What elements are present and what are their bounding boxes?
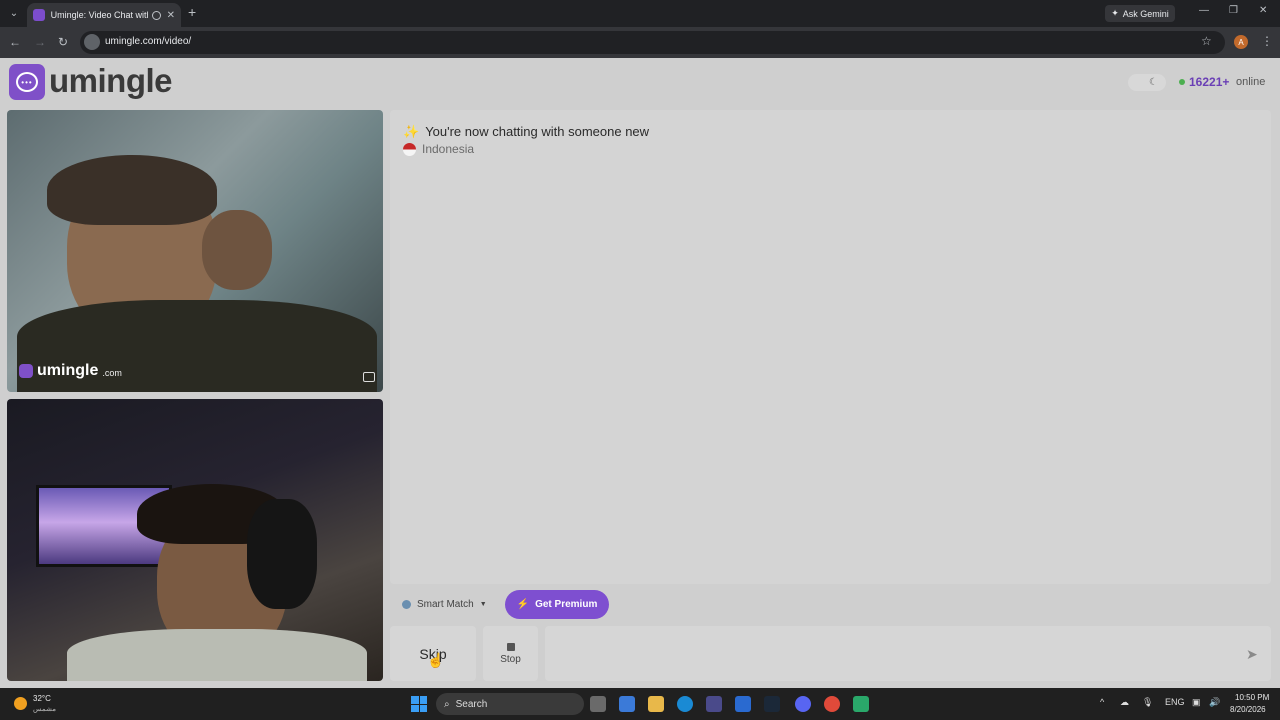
windows-taskbar: 32°C مشمس ⌕ Search ^ ☁ 🎙 ENG ▣ 🔊 10:50 P… xyxy=(0,688,1280,720)
weather-temperature: 32°C xyxy=(33,694,51,703)
get-premium-button[interactable]: ⚡ Get Premium xyxy=(505,590,609,619)
stop-square-icon xyxy=(506,642,515,651)
page-content: ••• umingle ☾ 16221+ online umingle .com… xyxy=(0,58,1280,688)
gemini-sparkle-icon: ✦ xyxy=(1111,8,1119,18)
get-premium-label: Get Premium xyxy=(535,599,598,610)
online-status-dot xyxy=(1179,79,1185,85)
watermark-name: umingle xyxy=(37,362,99,379)
moon-icon: ☾ xyxy=(1149,77,1158,88)
restore-button[interactable]: ❐ xyxy=(1229,5,1238,16)
indonesia-flag-icon xyxy=(403,142,416,156)
sparkle-icon: ✨ xyxy=(403,124,420,139)
taskbar-search[interactable]: ⌕ Search xyxy=(436,693,584,715)
discord-icon[interactable] xyxy=(795,696,811,712)
forward-arrow-icon[interactable]: → xyxy=(34,35,46,49)
taskbar-search-label: Search xyxy=(455,698,488,710)
stop-label: Stop xyxy=(500,653,521,665)
reload-icon[interactable]: ↻ xyxy=(58,35,68,49)
online-count: 16221+ xyxy=(1189,75,1230,89)
windows-start-icon[interactable] xyxy=(411,696,427,712)
stranger-country: Indonesia xyxy=(403,142,474,156)
clock-date[interactable]: 8/20/2026 xyxy=(1230,705,1266,714)
smart-match-dropdown[interactable]: Smart Match ▼ xyxy=(402,599,487,610)
clock-time[interactable]: 10:50 PM xyxy=(1235,693,1269,702)
report-flag-icon[interactable] xyxy=(363,372,375,382)
wifi-icon[interactable]: ▣ xyxy=(1192,697,1201,708)
chat-panel: ✨ You're now chatting with someone new In… xyxy=(390,110,1271,584)
volume-icon[interactable]: 🔊 xyxy=(1209,697,1220,708)
tab-close-button[interactable]: ✕ xyxy=(167,10,175,21)
umingle-watermark-icon xyxy=(19,364,33,378)
site-logo-text[interactable]: umingle xyxy=(49,62,173,100)
watermark-domain: .com xyxy=(102,368,122,378)
mouse-pointer-icon: ☝ xyxy=(427,652,445,668)
language-indicator[interactable]: ENG xyxy=(1165,697,1185,707)
site-favicon-icon xyxy=(33,9,45,21)
search-icon: ⌕ xyxy=(444,698,450,710)
bookmark-star-icon[interactable]: ☆ xyxy=(1201,34,1212,48)
minimize-button[interactable]: — xyxy=(1199,5,1209,16)
self-video xyxy=(7,399,383,681)
weather-description: مشمس xyxy=(33,706,56,713)
umingle-logo-icon[interactable]: ••• xyxy=(9,64,45,100)
weather-sun-icon[interactable] xyxy=(14,697,27,710)
copilot-icon[interactable] xyxy=(619,696,635,712)
site-info-icon[interactable] xyxy=(84,34,100,50)
smart-match-label: Smart Match xyxy=(417,599,474,610)
stranger-video: umingle .com xyxy=(7,110,383,392)
lightning-icon: ⚡ xyxy=(516,599,530,610)
steam-icon[interactable] xyxy=(764,696,780,712)
edge-browser-icon[interactable] xyxy=(677,696,693,712)
back-arrow-icon[interactable]: ← xyxy=(9,35,21,49)
video-watermark: umingle .com xyxy=(19,362,122,380)
address-bar-row: ← → ↻ umingle.com/video/ ☆ A ⋮ xyxy=(0,27,1280,58)
tab-list-button[interactable]: ⌄ xyxy=(5,5,23,22)
file-explorer-icon[interactable] xyxy=(648,696,664,712)
microphone-icon[interactable]: 🎙 xyxy=(1142,697,1153,708)
chat-status-text: You're now chatting with someone new xyxy=(425,124,650,139)
theme-toggle[interactable]: ☾ xyxy=(1128,74,1166,91)
tray-overflow-icon[interactable]: ^ xyxy=(1100,697,1104,707)
mail-icon[interactable] xyxy=(735,696,751,712)
chat-status-message: ✨ You're now chatting with someone new xyxy=(403,124,649,140)
tab-title: Umingle: Video Chat with S xyxy=(50,10,148,20)
globe-icon xyxy=(402,600,411,609)
url-text: umingle.com/video/ xyxy=(105,36,192,47)
browser-menu-icon[interactable]: ⋮ xyxy=(1261,34,1273,48)
url-field[interactable] xyxy=(80,31,1225,54)
window-close-button[interactable]: ✕ xyxy=(1259,5,1267,16)
message-input[interactable] xyxy=(545,626,1271,681)
chrome-icon[interactable] xyxy=(824,696,840,712)
browser-tab-bar: ⌄ Umingle: Video Chat with S ✕ + ✦ Ask G… xyxy=(0,0,1280,27)
task-view-icon[interactable] xyxy=(590,696,606,712)
online-label: online xyxy=(1236,76,1266,88)
profile-avatar[interactable]: A xyxy=(1234,35,1248,49)
stop-button[interactable]: Stop xyxy=(483,626,538,681)
browser-tab[interactable]: Umingle: Video Chat with S ✕ xyxy=(27,3,181,27)
recording-indicator-icon xyxy=(151,10,161,20)
send-icon[interactable]: ➤ xyxy=(1246,646,1258,663)
network-tray-icon[interactable]: ☁ xyxy=(1120,697,1129,708)
ask-gemini-button[interactable]: ✦ Ask Gemini xyxy=(1105,5,1175,22)
caret-down-icon: ▼ xyxy=(479,601,487,608)
ask-gemini-label: Ask Gemini xyxy=(1122,8,1169,19)
country-name: Indonesia xyxy=(422,142,475,156)
android-app-icon[interactable] xyxy=(853,696,869,712)
store-icon[interactable] xyxy=(706,696,722,712)
new-tab-button[interactable]: + xyxy=(188,4,196,20)
